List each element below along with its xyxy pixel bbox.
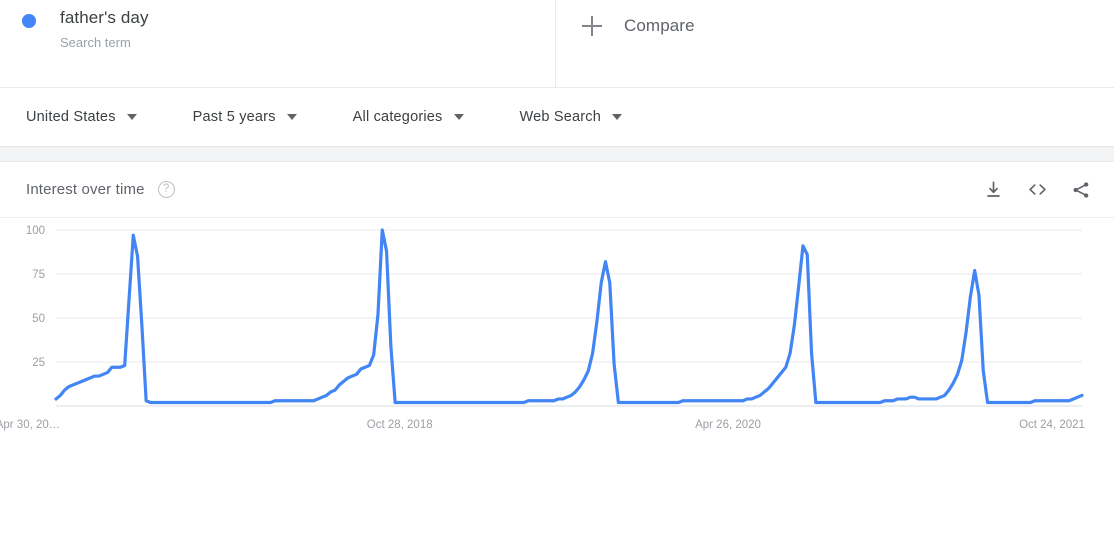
- plus-icon: [582, 16, 602, 36]
- search-term-card[interactable]: father's day Search term: [0, 0, 556, 87]
- chart-series-line: [54, 228, 1084, 405]
- chart-plot-area[interactable]: 100 75 50 25 Apr 30, 20… Oct 28, 2018 Apr 26, …: [0, 218, 1114, 548]
- x-axis-tick-label: Oct 28, 2018: [367, 419, 433, 431]
- filter-time-range-label: Past 5 years: [192, 109, 276, 125]
- filter-category[interactable]: All categories: [353, 109, 464, 125]
- chevron-down-icon: [612, 114, 623, 120]
- filter-category-label: All categories: [352, 109, 443, 125]
- help-icon[interactable]: ?: [157, 181, 175, 198]
- search-term-subtitle: Search term: [60, 35, 131, 50]
- chart-title: Interest over time: [26, 181, 145, 198]
- y-axis-tick-label: 75: [32, 269, 45, 281]
- compare-card: Compare: [556, 0, 1114, 87]
- compare-button[interactable]: Compare: [582, 16, 695, 36]
- x-axis-tick-label: Apr 30, 20…: [0, 419, 60, 431]
- x-axis-tick-label: Apr 26, 2020: [695, 419, 761, 431]
- filter-region[interactable]: United States: [26, 109, 137, 125]
- search-term-text: father's day Search term: [60, 6, 149, 53]
- filter-search-type-label: Web Search: [519, 109, 602, 125]
- interest-over-time-card: Interest over time ? 100 75 50 25 Apr 30…: [0, 162, 1114, 548]
- search-term-bar: father's day Search term Compare: [0, 0, 1114, 88]
- download-icon[interactable]: [982, 179, 1004, 201]
- share-icon[interactable]: [1070, 179, 1092, 201]
- y-axis-tick-label: 25: [32, 357, 45, 369]
- chevron-down-icon: [126, 114, 137, 120]
- y-axis-tick-label: 100: [26, 225, 45, 237]
- filter-time-range[interactable]: Past 5 years: [193, 109, 297, 125]
- section-separator: [0, 146, 1114, 162]
- trends-line-chart: 100 75 50 25 Apr 30, 20… Oct 28, 2018 Apr 26, …: [0, 225, 1085, 431]
- chart-actions: [982, 179, 1092, 201]
- compare-label: Compare: [624, 16, 695, 35]
- filter-region-label: United States: [26, 109, 116, 125]
- filter-bar: United States Past 5 years All categorie…: [0, 88, 1114, 146]
- search-term-title: father's day: [60, 8, 149, 27]
- chevron-down-icon: [453, 114, 464, 120]
- chart-header: Interest over time ?: [0, 162, 1114, 218]
- embed-icon[interactable]: [1026, 179, 1048, 201]
- chevron-down-icon: [286, 114, 297, 120]
- y-axis-tick-label: 50: [32, 313, 45, 325]
- filter-search-type[interactable]: Web Search: [520, 109, 623, 125]
- x-axis-tick-label: Oct 24, 2021: [1019, 419, 1085, 431]
- series-color-dot: [22, 14, 36, 28]
